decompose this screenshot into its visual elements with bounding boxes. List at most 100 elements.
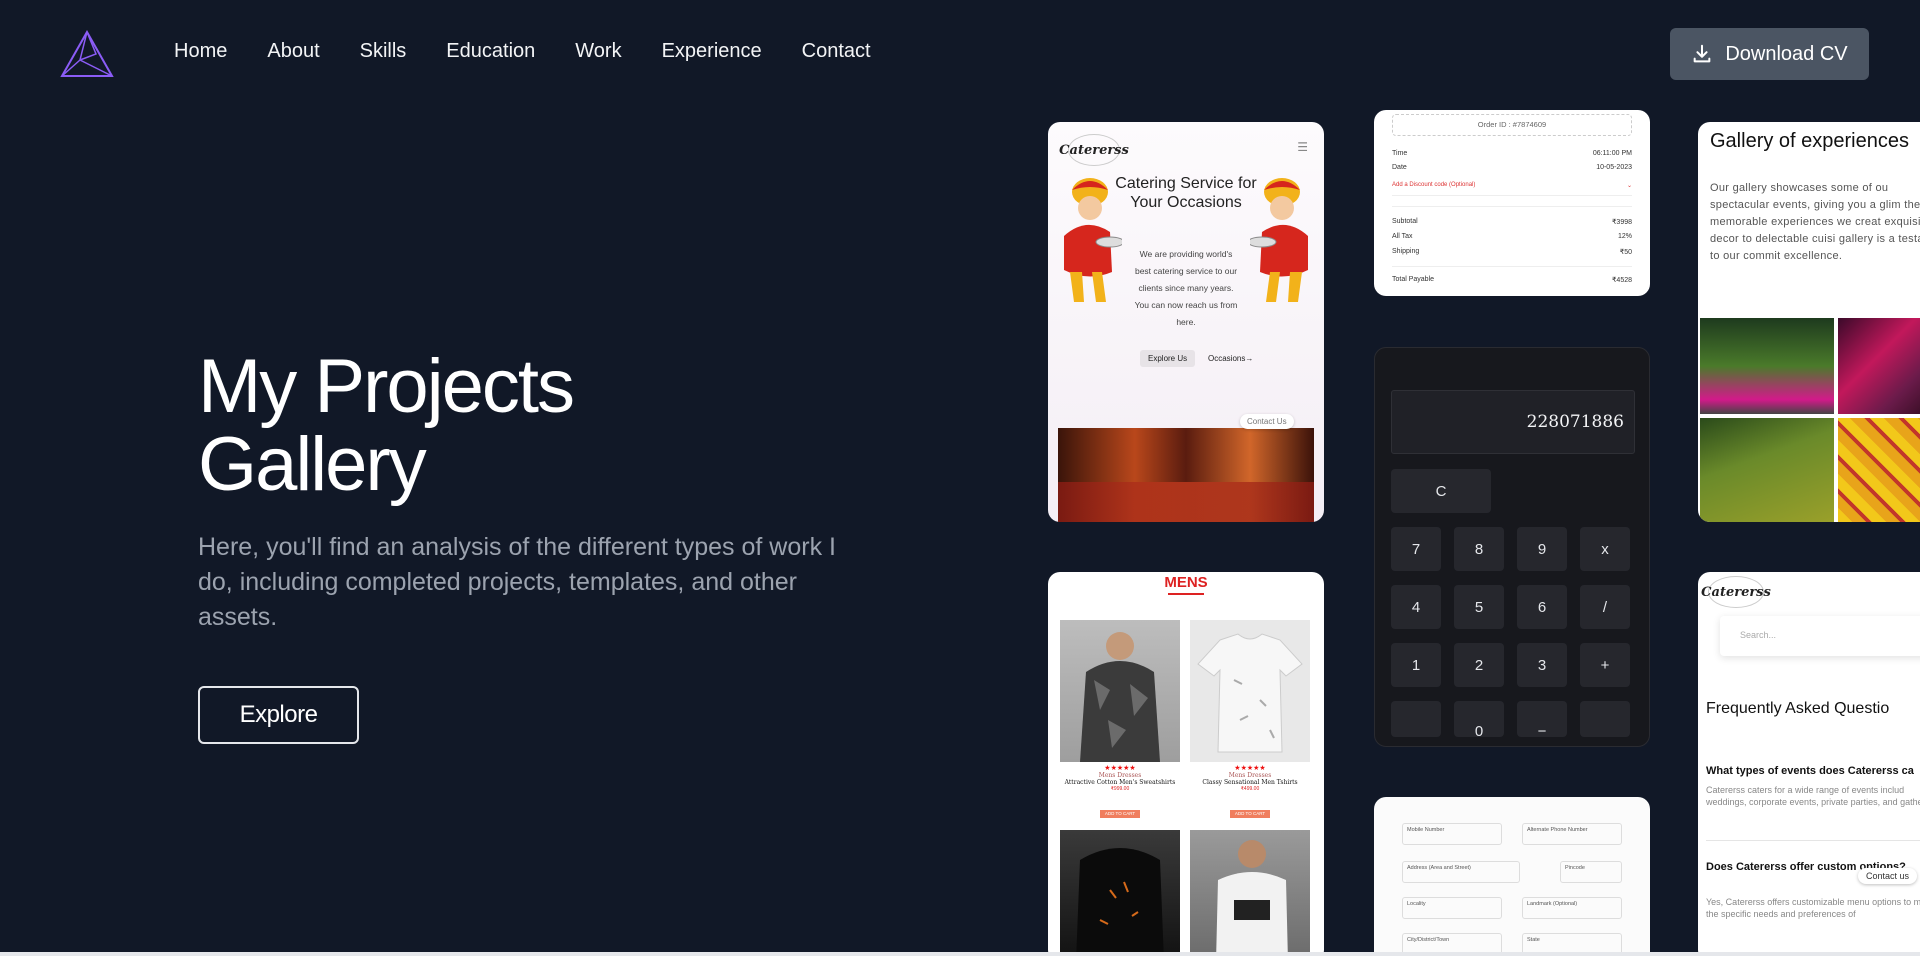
mascot-right-image (1250, 178, 1308, 302)
nav-contact[interactable]: Contact (802, 40, 871, 63)
calc-key-1[interactable]: 1 (1391, 643, 1441, 687)
calc-key-6[interactable]: 6 (1517, 585, 1567, 629)
nav-experience[interactable]: Experience (662, 40, 762, 63)
discount-field[interactable]: Add a Discount code (Optional) ⌄ (1392, 182, 1632, 196)
landmark-field[interactable]: Landmark (Optional) (1522, 897, 1622, 919)
calc-key-5[interactable]: 5 (1454, 585, 1504, 629)
title-line-1: My Projects (198, 344, 575, 429)
download-cv-button[interactable]: Download CV (1670, 28, 1869, 80)
mobile-number-field[interactable]: Mobile Number (1402, 823, 1502, 845)
discount-label: Add a Discount code (Optional) (1392, 182, 1476, 188)
tax-label: All Tax (1392, 233, 1413, 240)
calc-key-clear[interactable]: C (1391, 469, 1491, 513)
occasions-link[interactable]: Occasions→ (1208, 354, 1253, 363)
project-card-catering[interactable]: Catererss ☰ Catering Service for Your Oc… (1048, 122, 1324, 522)
gallery-photo-4 (1838, 418, 1920, 522)
calc-key-0[interactable]: 0 (1454, 701, 1504, 737)
product-price: ₹499.00 (1240, 786, 1260, 792)
product-card[interactable]: ★★★★★ Mens Dresses Attractive Cotton Men… (1060, 620, 1180, 818)
date-row: Date 10-05-2023 (1392, 164, 1632, 171)
product-price: ₹999.00 (1110, 786, 1130, 792)
divider (1392, 266, 1632, 267)
calc-key-3[interactable]: 3 (1517, 643, 1567, 687)
chevron-down-icon: ⌄ (1626, 183, 1632, 189)
time-value: 06:11:00 PM (1592, 150, 1632, 157)
alternate-phone-field[interactable]: Alternate Phone Number (1522, 823, 1622, 845)
explore-button[interactable]: Explore (198, 686, 359, 744)
product-name: Attractive Cotton Men's Sweatshirts (1064, 779, 1176, 786)
total-row: Total Payable ₹4528 (1392, 276, 1632, 284)
calc-key-multiply[interactable]: x (1580, 527, 1630, 571)
nav-about[interactable]: About (267, 40, 319, 63)
shipping-label: Shipping (1392, 248, 1420, 255)
man-white-tee-image (1216, 840, 1288, 956)
nav-work[interactable]: Work (575, 40, 621, 63)
hamburger-icon: ☰ (1297, 140, 1308, 154)
nav-home[interactable]: Home (174, 40, 227, 63)
title-line-2: Gallery (198, 422, 427, 507)
product-card[interactable]: ★★★★★ Mens Dresses Classy Sensational Me… (1190, 620, 1310, 818)
faq-question-1[interactable]: What types of events does Catererss ca (1706, 764, 1920, 779)
mascot-left-image (1064, 178, 1122, 302)
horizontal-scrollbar[interactable] (0, 952, 1920, 956)
calc-key-9[interactable]: 9 (1517, 527, 1567, 571)
time-label: Time (1392, 150, 1408, 157)
nav-skills[interactable]: Skills (360, 40, 407, 63)
divider (1392, 206, 1632, 207)
calc-key-minus[interactable]: − (1517, 701, 1567, 737)
calc-key-7[interactable]: 7 (1391, 527, 1441, 571)
calc-key-plus[interactable]: + (1580, 643, 1630, 687)
divider (1706, 840, 1920, 841)
subtotal-label: Subtotal (1392, 218, 1418, 225)
project-card-calculator[interactable]: 228071886 C 7 8 9 x 4 5 6 / 1 2 3 + 0 − (1374, 347, 1650, 747)
download-cv-label: Download CV (1725, 42, 1848, 65)
explore-us-button[interactable]: Explore Us (1140, 350, 1196, 367)
project-card-order[interactable]: Order ID : #7874609 Time 06:11:00 PM Dat… (1374, 110, 1650, 296)
catererss-logo: Catererss (1701, 576, 1771, 608)
gallery-photo-1 (1700, 318, 1834, 414)
faq-heading: Frequently Asked Questio (1706, 700, 1890, 717)
calc-key-4[interactable]: 4 (1391, 585, 1441, 629)
calc-key-blank-right[interactable] (1580, 701, 1630, 737)
time-row: Time 06:11:00 PM (1392, 150, 1632, 157)
page-title: My Projects Gallery (198, 348, 758, 504)
add-to-cart-button[interactable]: ADD TO CART (1100, 810, 1140, 818)
calc-key-8[interactable]: 8 (1454, 527, 1504, 571)
contact-us-button[interactable]: Contact us (1858, 868, 1918, 884)
product-brand: Mens Dresses (1228, 772, 1272, 779)
product-image-hoodie (1060, 620, 1180, 762)
pincode-field[interactable]: Pincode (1560, 861, 1622, 883)
white-tshirt-image (1197, 633, 1303, 753)
total-value: ₹4528 (1611, 277, 1632, 284)
nav-education[interactable]: Education (446, 40, 535, 63)
project-card-faq[interactable]: Catererss Search... Frequently Asked Que… (1698, 572, 1920, 956)
calc-key-blank-left[interactable] (1391, 701, 1441, 737)
total-label: Total Payable (1392, 276, 1435, 283)
date-label: Date (1392, 164, 1407, 171)
product-brand: Mens Dresses (1098, 772, 1142, 779)
project-card-mens-shop[interactable]: MENS ★★★★★ Mens Dresses Attractive Cotto… (1048, 572, 1324, 956)
subtotal-row: Subtotal ₹3998 (1392, 218, 1632, 226)
product-image-black-hoodie (1060, 830, 1180, 956)
add-to-cart-button[interactable]: ADD TO CART (1230, 810, 1270, 818)
order-id: Order ID : #7874609 (1392, 114, 1632, 136)
address-field[interactable]: Address (Area and Street) (1402, 861, 1520, 883)
gallery-photo-2 (1838, 318, 1920, 414)
tax-value: 12% (1617, 233, 1632, 240)
contact-us-button[interactable]: Contact Us (1240, 414, 1294, 429)
logo-icon[interactable] (60, 30, 114, 78)
calc-key-divide[interactable]: / (1580, 585, 1630, 629)
product-name: Classy Sensational Men Tshirts (1202, 779, 1298, 786)
venue-photo (1058, 428, 1314, 522)
locality-field[interactable]: Locality (1402, 897, 1502, 919)
calculator-display: 228071886 (1391, 390, 1635, 454)
gallery-photo-3 (1700, 418, 1834, 522)
calc-key-2[interactable]: 2 (1454, 643, 1504, 687)
search-input[interactable]: Search... (1720, 616, 1920, 656)
project-card-address-form[interactable]: Mobile Number Alternate Phone Number Add… (1374, 797, 1650, 956)
rating-stars: ★★★★★ (1234, 765, 1266, 772)
subtotal-value: ₹3998 (1611, 219, 1632, 226)
product-image-tshirt (1190, 620, 1310, 762)
project-card-gallery[interactable]: Gallery of experiences Our gallery showc… (1698, 122, 1920, 522)
gallery-title: Gallery of experiences (1710, 130, 1909, 152)
